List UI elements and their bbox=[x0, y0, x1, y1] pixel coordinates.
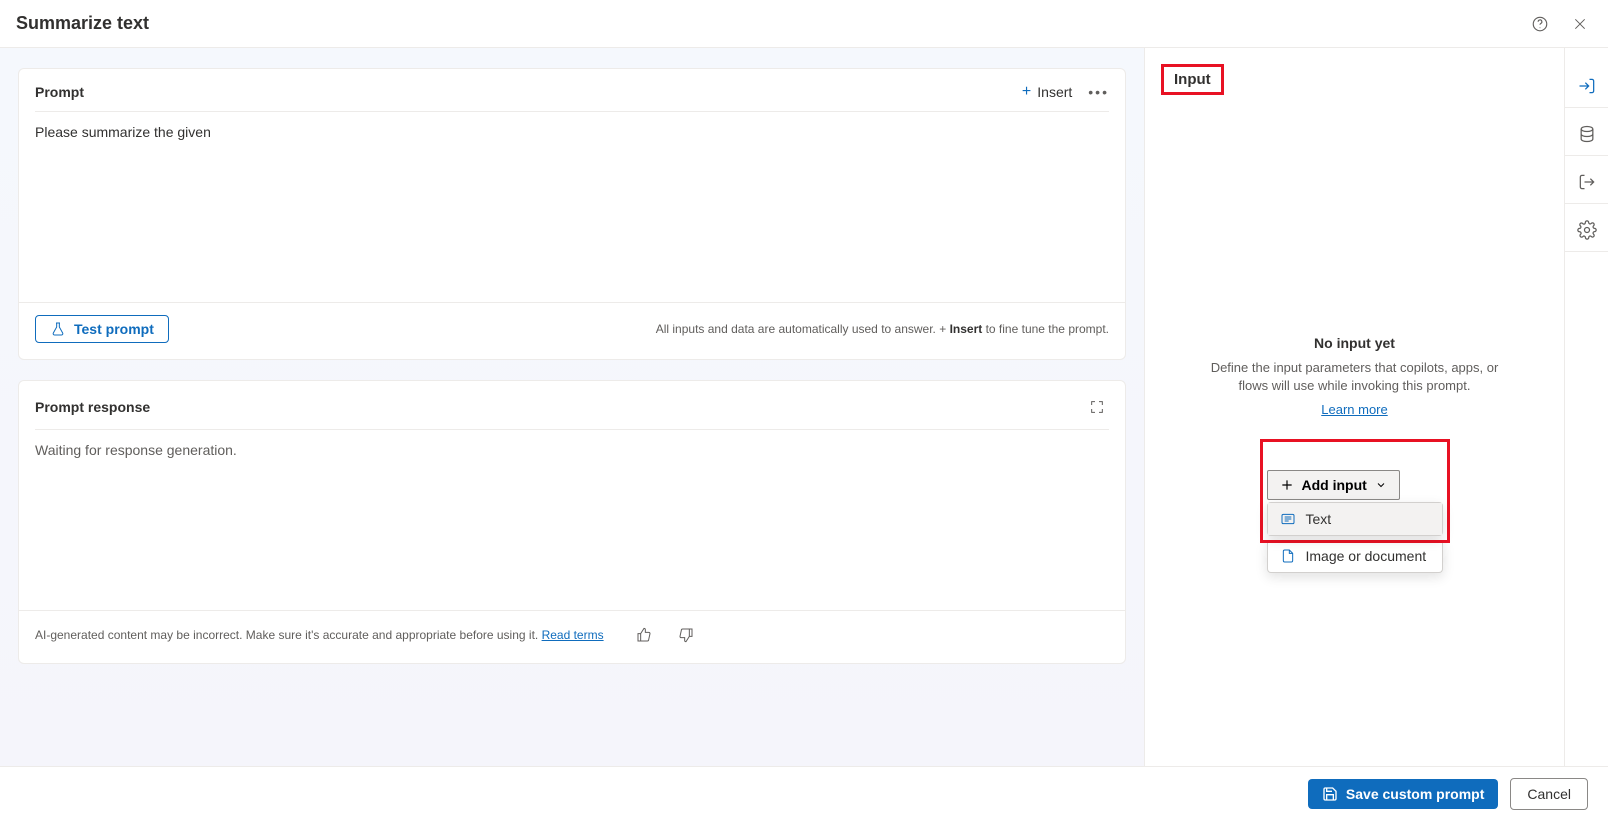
expand-icon bbox=[1089, 399, 1105, 415]
plus-icon: + bbox=[1022, 83, 1031, 101]
add-input-label: Add input bbox=[1302, 477, 1367, 493]
rail-data-button[interactable] bbox=[1565, 112, 1608, 156]
prompt-card-title: Prompt bbox=[35, 84, 84, 100]
response-card-title: Prompt response bbox=[35, 399, 150, 415]
add-input-dropdown-extra: Image or document bbox=[1267, 540, 1443, 573]
save-icon bbox=[1322, 786, 1338, 802]
top-bar: Summarize text bbox=[0, 0, 1608, 48]
input-panel: Input No input yet Define the input para… bbox=[1144, 48, 1564, 766]
empty-state-title: No input yet bbox=[1201, 335, 1508, 351]
read-terms-link[interactable]: Read terms bbox=[542, 628, 604, 642]
close-icon bbox=[1572, 16, 1588, 32]
prompt-editor[interactable]: Please summarize the given bbox=[19, 112, 1125, 302]
empty-state-description: Define the input parameters that copilot… bbox=[1201, 359, 1508, 395]
help-icon bbox=[1531, 15, 1549, 33]
gear-icon bbox=[1577, 220, 1597, 240]
prompt-card-header: Prompt + Insert ••• bbox=[19, 69, 1125, 111]
add-input-dropdown: Text bbox=[1267, 502, 1443, 536]
dropdown-option-image[interactable]: Image or document bbox=[1268, 540, 1442, 572]
add-input-highlight: Add input Text bbox=[1260, 439, 1450, 543]
chevron-down-icon bbox=[1375, 479, 1387, 491]
expand-response-button[interactable] bbox=[1085, 395, 1109, 419]
dropdown-option-text[interactable]: Text bbox=[1268, 503, 1442, 535]
response-footer: AI-generated content may be incorrect. M… bbox=[19, 610, 1125, 663]
rail-settings-button[interactable] bbox=[1565, 208, 1608, 252]
cancel-button[interactable]: Cancel bbox=[1510, 778, 1588, 810]
prompt-header-actions: + Insert ••• bbox=[1022, 83, 1109, 101]
empty-state: No input yet Define the input parameters… bbox=[1161, 335, 1548, 573]
plus-icon bbox=[1280, 478, 1294, 492]
left-column: Prompt + Insert ••• Please summarize the… bbox=[0, 48, 1144, 766]
learn-more-link[interactable]: Learn more bbox=[1321, 402, 1387, 417]
ai-disclaimer: AI-generated content may be incorrect. M… bbox=[35, 628, 604, 642]
bottom-bar: Save custom prompt Cancel bbox=[0, 766, 1608, 820]
output-icon bbox=[1577, 172, 1597, 192]
input-icon bbox=[1577, 76, 1597, 96]
add-input-button[interactable]: Add input bbox=[1267, 470, 1400, 500]
add-input-area: Add input Text bbox=[1267, 470, 1443, 536]
save-label: Save custom prompt bbox=[1346, 786, 1484, 802]
rail-input-button[interactable] bbox=[1565, 64, 1608, 108]
prompt-hint: All inputs and data are automatically us… bbox=[656, 322, 1109, 336]
close-button[interactable] bbox=[1568, 12, 1592, 36]
test-prompt-button[interactable]: Test prompt bbox=[35, 315, 169, 343]
test-prompt-label: Test prompt bbox=[74, 321, 154, 337]
insert-label: Insert bbox=[1037, 84, 1072, 100]
thumbs-up-button[interactable] bbox=[632, 623, 656, 647]
main-area: Prompt + Insert ••• Please summarize the… bbox=[0, 48, 1608, 766]
document-icon bbox=[1280, 548, 1296, 564]
prompt-card: Prompt + Insert ••• Please summarize the… bbox=[18, 68, 1126, 360]
response-card: Prompt response Waiting for response gen… bbox=[18, 380, 1126, 664]
input-tab[interactable]: Input bbox=[1161, 64, 1224, 95]
insert-button[interactable]: + Insert bbox=[1022, 83, 1072, 101]
thumbs-up-icon bbox=[636, 627, 652, 643]
text-icon bbox=[1280, 511, 1296, 527]
response-body: Waiting for response generation. bbox=[19, 430, 1125, 610]
help-button[interactable] bbox=[1528, 12, 1552, 36]
thumbs-down-button[interactable] bbox=[674, 623, 698, 647]
side-rail bbox=[1564, 48, 1608, 766]
database-icon bbox=[1577, 124, 1597, 144]
save-button[interactable]: Save custom prompt bbox=[1308, 779, 1498, 809]
page-title: Summarize text bbox=[16, 13, 149, 34]
prompt-footer: Test prompt All inputs and data are auto… bbox=[19, 302, 1125, 359]
response-card-header: Prompt response bbox=[19, 381, 1125, 429]
top-bar-actions bbox=[1528, 12, 1592, 36]
thumbs-down-icon bbox=[678, 627, 694, 643]
rail-output-button[interactable] bbox=[1565, 160, 1608, 204]
more-options-button[interactable]: ••• bbox=[1088, 84, 1109, 100]
feedback-buttons bbox=[632, 623, 698, 647]
flask-icon bbox=[50, 321, 66, 337]
